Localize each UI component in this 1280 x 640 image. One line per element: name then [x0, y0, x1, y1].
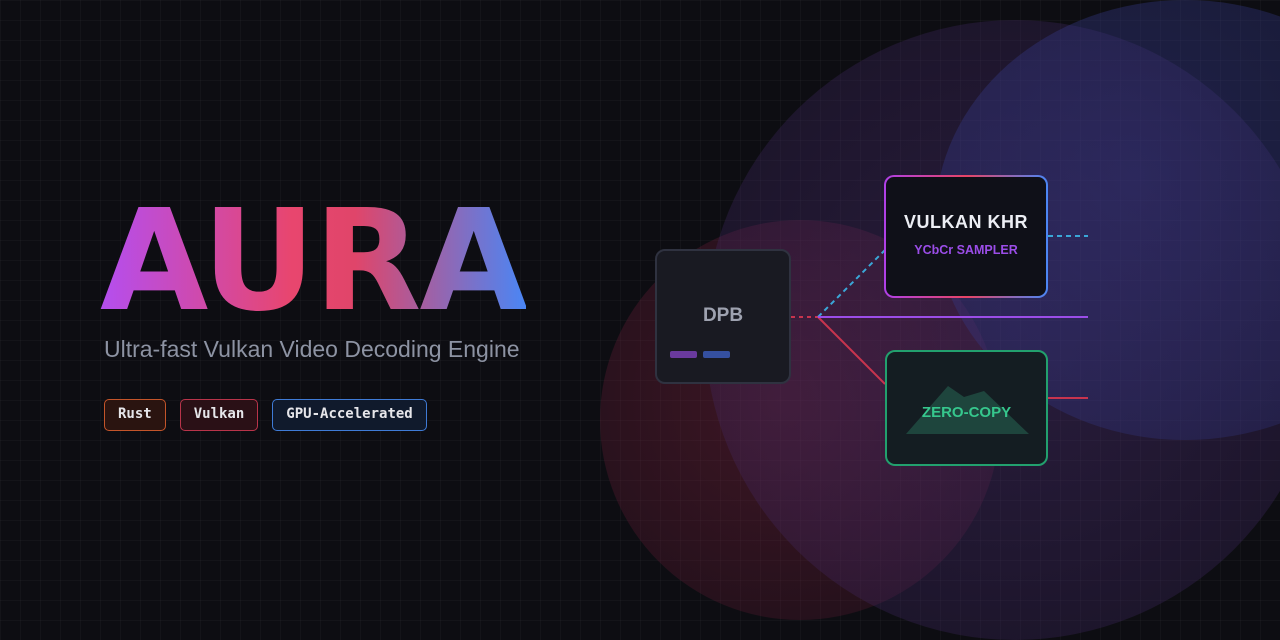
dpb-node: DPB: [655, 249, 791, 384]
zero-copy-node-label: ZERO-COPY: [921, 404, 1012, 421]
zero-copy-node: ZERO-COPY: [885, 350, 1048, 466]
vulkan-khr-node-subtitle: YCbCr SAMPLER: [914, 243, 1018, 257]
pipeline-connectors: [791, 235, 1088, 399]
vulkan-khr-node-body: VULKAN KHR YCbCr SAMPLER: [886, 177, 1046, 296]
vulkan-khr-node-title: VULKAN KHR: [904, 212, 1028, 232]
vulkan-khr-node: VULKAN KHR YCbCr SAMPLER: [884, 175, 1048, 298]
dpb-slot-indicator-purple: [670, 351, 697, 358]
connector-dpb-to-vulkan: [817, 249, 886, 318]
dpb-slot-indicator-blue: [703, 351, 730, 358]
hero-banner: AURA Ultra-fast Vulkan Video Decoding En…: [0, 0, 1280, 640]
dpb-node-label: DPB: [702, 305, 744, 326]
connector-dpb-to-zero-copy: [817, 316, 886, 385]
